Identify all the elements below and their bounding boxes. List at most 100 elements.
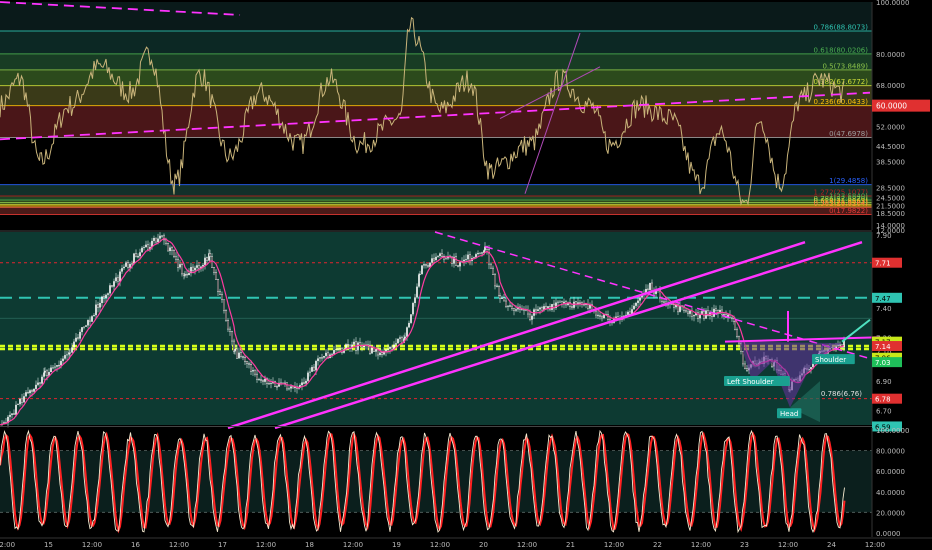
candle — [123, 266, 125, 269]
candle — [505, 300, 508, 307]
candle — [511, 305, 514, 309]
candle — [601, 316, 604, 319]
rsi-fib-label: 1(29.4858) — [829, 177, 868, 185]
candle — [68, 352, 71, 354]
stoch-y-tick: 40.0000 — [876, 489, 905, 497]
candle — [317, 358, 319, 362]
candle — [499, 295, 502, 299]
candle — [742, 351, 745, 365]
candle — [515, 309, 517, 311]
candle — [243, 357, 246, 362]
candle — [481, 252, 484, 254]
rsi-fib-label: 0.618(80.0206) — [814, 46, 869, 54]
rsi-panel[interactable]: 0.786(88.8073) 0.618(80.0206) 0.5(73.8489)… — [0, 0, 930, 235]
x-tick-label: 16 — [131, 541, 140, 549]
candle — [58, 364, 61, 367]
candle — [37, 382, 39, 385]
candle — [93, 315, 95, 317]
price-y-tick: 6.70 — [876, 407, 892, 415]
candle — [83, 326, 85, 328]
candle — [406, 327, 408, 337]
stochastic-panel[interactable]: 100.0000 80.0000 60.0000 40.0000 20.0000 0.00… — [0, 427, 909, 538]
candle — [685, 310, 688, 313]
candle — [734, 321, 737, 330]
candle — [457, 265, 460, 267]
rsi-fib-band — [0, 137, 872, 185]
candle — [66, 354, 68, 356]
candle — [305, 380, 307, 384]
candle — [270, 383, 272, 385]
candle — [467, 254, 469, 260]
candle — [197, 265, 200, 269]
candle — [408, 322, 410, 328]
candle — [21, 398, 24, 403]
candle — [134, 253, 137, 257]
x-tick-label: 12:00 — [691, 541, 711, 549]
candle — [9, 414, 11, 417]
candle — [56, 365, 58, 367]
candle — [52, 367, 54, 369]
rsi-y-tick: 38.5000 — [876, 158, 905, 166]
candle — [54, 366, 56, 368]
candle — [435, 256, 437, 261]
candle — [414, 297, 416, 304]
candle — [647, 288, 650, 291]
candle — [23, 396, 25, 403]
candle — [218, 291, 221, 295]
candle — [146, 244, 149, 250]
candle — [50, 367, 52, 373]
candle — [115, 277, 117, 282]
candle — [119, 271, 121, 282]
candle — [216, 279, 219, 292]
candle — [513, 308, 516, 311]
candle — [425, 264, 428, 266]
candle — [455, 256, 458, 266]
candle — [539, 307, 541, 310]
candle — [494, 274, 497, 287]
rsi-y-tick: 68.0000 — [876, 82, 905, 90]
candle — [176, 258, 179, 268]
candle — [31, 390, 34, 392]
candle — [11, 413, 13, 415]
time-axis[interactable]: 12:00 15 12:00 16 12:00 17 12:00 18 12:00 19 12:00… — [0, 537, 932, 549]
price-background — [0, 232, 872, 425]
rsi-fib-band — [0, 184, 872, 197]
candle — [75, 337, 77, 342]
candle — [179, 264, 181, 268]
rsi-fib-band — [0, 69, 872, 86]
candle — [184, 274, 186, 276]
candle — [399, 337, 401, 339]
rsi-fib-band — [0, 196, 872, 200]
candle — [541, 307, 544, 311]
candle — [375, 349, 377, 352]
price-panel[interactable]: Left Shoulder Head Shoulder 0.786(6.76) 7.90… — [0, 231, 902, 432]
candle — [501, 297, 503, 299]
candle — [143, 247, 145, 248]
candle — [154, 237, 157, 243]
candle — [46, 370, 49, 376]
candle — [87, 320, 89, 326]
candle — [210, 256, 213, 268]
price-tag-label: 7.14 — [875, 343, 891, 351]
price-tag-label: 6.78 — [875, 396, 891, 404]
candle — [160, 235, 163, 237]
candle — [102, 296, 105, 299]
candle — [241, 356, 244, 358]
x-tick-label: 12:00 — [0, 541, 15, 549]
rsi-y-tick: 18.5000 — [876, 210, 905, 218]
candle — [188, 273, 190, 276]
candle — [321, 357, 324, 359]
candle — [439, 253, 441, 257]
candle — [228, 328, 231, 332]
candle — [29, 390, 31, 394]
candle — [579, 302, 582, 304]
candle — [19, 398, 21, 405]
price-y-tick: 7.40 — [876, 305, 892, 313]
candle — [418, 274, 420, 287]
candle — [220, 294, 223, 300]
candle — [371, 347, 373, 354]
x-tick-label: 12:00 — [430, 541, 450, 549]
candle — [290, 386, 292, 389]
candle — [389, 347, 391, 349]
x-tick-label: 24 — [827, 541, 836, 549]
